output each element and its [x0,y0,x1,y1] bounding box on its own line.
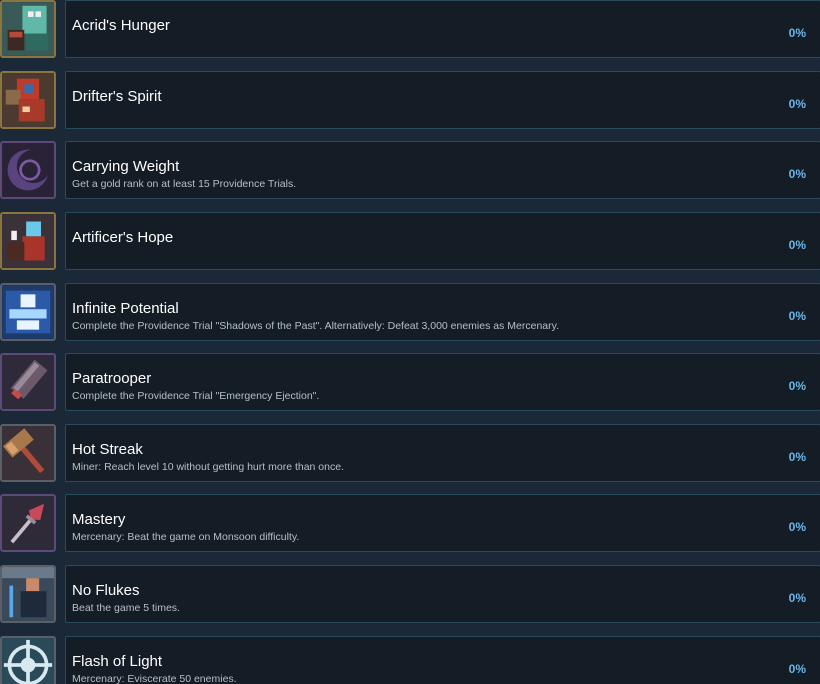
achievement-percent: 0% [788,26,806,40]
canister-icon [0,353,56,411]
hologram-icon [0,283,56,341]
achievement-row: Mastery Mercenary: Beat the game on Mons… [0,494,820,554]
achievement-card[interactable]: Hot Streak Miner: Reach level 10 without… [65,424,820,482]
achievement-card[interactable]: Flash of Light Mercenary: Eviscerate 50 … [65,636,820,684]
achievement-card[interactable]: Artificer's Hope 0% [65,212,820,270]
achievement-percent: 0% [788,520,806,534]
achievement-card[interactable]: Mastery Mercenary: Beat the game on Mons… [65,494,820,552]
achievement-percent: 0% [788,309,806,323]
achievement-title: Flash of Light [72,653,163,670]
achievement-title: Acrid's Hunger [72,17,170,34]
achievement-row: Paratrooper Complete the Providence Tria… [0,353,820,413]
achievement-title: Hot Streak [72,441,143,458]
achievement-description: Complete the Providence Trial "Emergency… [72,390,320,402]
mercenary-icon [0,565,56,623]
achievement-row: Drifter's Spirit 0% [0,71,820,131]
achievement-description: Mercenary: Beat the game on Monsoon diff… [72,531,300,543]
achievement-description: Mercenary: Eviscerate 50 enemies. [72,673,237,684]
achievement-title: Drifter's Spirit [72,88,162,105]
acrid-icon [0,0,56,58]
compass-icon [0,636,56,684]
achievement-list: Acrid's Hunger 0% Drifter's Spirit 0% Ca… [0,0,820,684]
achievement-title: Paratrooper [72,370,152,387]
achievement-row: Infinite Potential Complete the Providen… [0,283,820,343]
achievement-title: Infinite Potential [72,300,179,317]
achievement-card[interactable]: Paratrooper Complete the Providence Tria… [65,353,820,411]
achievement-description: Get a gold rank on at least 15 Providenc… [72,178,297,190]
achievement-row: Flash of Light Mercenary: Eviscerate 50 … [0,636,820,684]
artificer-icon [0,212,56,270]
achievement-card[interactable]: Infinite Potential Complete the Providen… [65,283,820,341]
achievement-percent: 0% [788,450,806,464]
achievement-percent: 0% [788,591,806,605]
achievement-title: Mastery [72,511,126,528]
achievement-row: No Flukes Beat the game 5 times. 0% [0,565,820,625]
achievement-row: Hot Streak Miner: Reach level 10 without… [0,424,820,484]
drifter-icon [0,71,56,129]
achievement-description: Complete the Providence Trial "Shadows o… [72,320,560,332]
achievement-row: Acrid's Hunger 0% [0,0,820,60]
achievement-card[interactable]: Carrying Weight Get a gold rank on at le… [65,141,820,199]
achievement-percent: 0% [788,97,806,111]
achievement-percent: 0% [788,379,806,393]
achievement-percent: 0% [788,238,806,252]
achievement-percent: 0% [788,662,806,676]
achievement-card[interactable]: Acrid's Hunger 0% [65,0,820,58]
achievement-percent: 0% [788,167,806,181]
achievement-row: Carrying Weight Get a gold rank on at le… [0,141,820,201]
achievement-title: No Flukes [72,582,140,599]
achievement-card[interactable]: No Flukes Beat the game 5 times. 0% [65,565,820,623]
achievement-description: Miner: Reach level 10 without getting hu… [72,461,344,473]
achievement-title: Artificer's Hope [72,229,174,246]
achievement-title: Carrying Weight [72,158,180,175]
achievement-description: Beat the game 5 times. [72,602,180,614]
achievement-row: Artificer's Hope 0% [0,212,820,272]
spear-icon [0,494,56,552]
achievement-card[interactable]: Drifter's Spirit 0% [65,71,820,129]
crescent-icon [0,141,56,199]
hammer-icon [0,424,56,482]
